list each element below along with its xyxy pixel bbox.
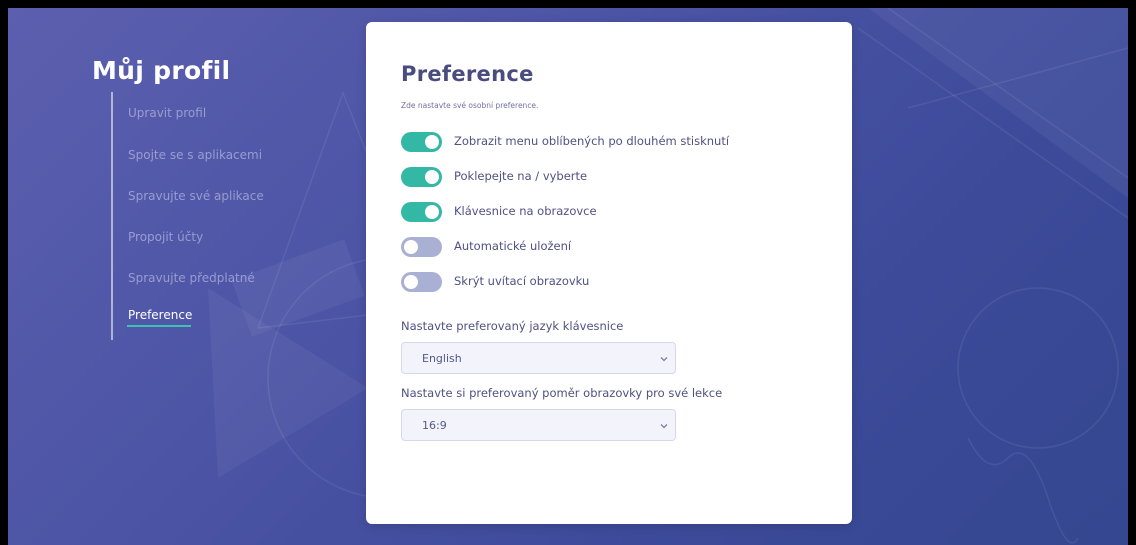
- keyboard-language-select[interactable]: English: [401, 342, 676, 374]
- aspect-ratio-label: Nastavte si preferovaný poměr obrazovky …: [401, 386, 723, 400]
- chevron-down-icon: [660, 424, 668, 429]
- sidebar-item-subscription[interactable]: Spravujte předplatné: [128, 271, 255, 285]
- favorites-menu-toggle[interactable]: [401, 132, 442, 152]
- app-frame: Můj profil Upravit profil Spojte se s ap…: [0, 0, 1136, 545]
- toggle-row-onscreen-keyboard: Klávesnice na obrazovce: [401, 201, 821, 223]
- page-subtitle: Zde nastavte své osobní preference.: [401, 101, 539, 110]
- chevron-down-icon: [660, 357, 668, 362]
- toggle-knob: [404, 275, 418, 289]
- page-title: Preference: [401, 62, 534, 86]
- tap-select-toggle[interactable]: [401, 167, 442, 187]
- toggle-row-autosave: Automatické uložení: [401, 236, 821, 258]
- sidebar-item-connect-apps[interactable]: Spojte se s aplikacemi: [128, 148, 262, 162]
- keyboard-language-label: Nastavte preferovaný jazyk klávesnice: [401, 319, 624, 333]
- toggle-row-favorites-menu: Zobrazit menu oblíbených po dlouhém stis…: [401, 131, 821, 153]
- sidebar-item-preferences[interactable]: Preference: [128, 308, 192, 322]
- preferences-card: Preference Zde nastavte své osobní prefe…: [366, 22, 852, 524]
- toggle-knob: [404, 240, 418, 254]
- sidebar-item-link-accounts[interactable]: Propojit účty: [128, 230, 203, 244]
- toggle-label: Klávesnice na obrazovce: [454, 204, 597, 218]
- sidebar-title: Můj profil: [92, 56, 231, 85]
- active-item-underline: [127, 325, 191, 327]
- toggle-row-hide-welcome: Skrýt uvítací obrazovku: [401, 271, 821, 293]
- sidebar-item-edit-profile[interactable]: Upravit profil: [128, 106, 206, 120]
- toggle-label: Zobrazit menu oblíbených po dlouhém stis…: [454, 134, 730, 148]
- toggle-knob: [425, 205, 439, 219]
- toggle-label: Poklepejte na / vyberte: [454, 169, 588, 183]
- toggle-row-tap-select: Poklepejte na / vyberte: [401, 166, 821, 188]
- sidebar-rail: [111, 92, 113, 340]
- select-value: 16:9: [422, 419, 447, 432]
- sidebar-item-manage-apps[interactable]: Spravujte své aplikace: [128, 189, 264, 203]
- hide-welcome-toggle[interactable]: [401, 272, 442, 292]
- toggle-knob: [425, 135, 439, 149]
- toggle-knob: [425, 170, 439, 184]
- autosave-toggle[interactable]: [401, 237, 442, 257]
- select-value: English: [422, 352, 462, 365]
- toggle-label: Skrýt uvítací obrazovku: [454, 274, 590, 288]
- aspect-ratio-select[interactable]: 16:9: [401, 409, 676, 441]
- background: Můj profil Upravit profil Spojte se s ap…: [8, 8, 1128, 545]
- onscreen-keyboard-toggle[interactable]: [401, 202, 442, 222]
- toggle-label: Automatické uložení: [454, 239, 572, 253]
